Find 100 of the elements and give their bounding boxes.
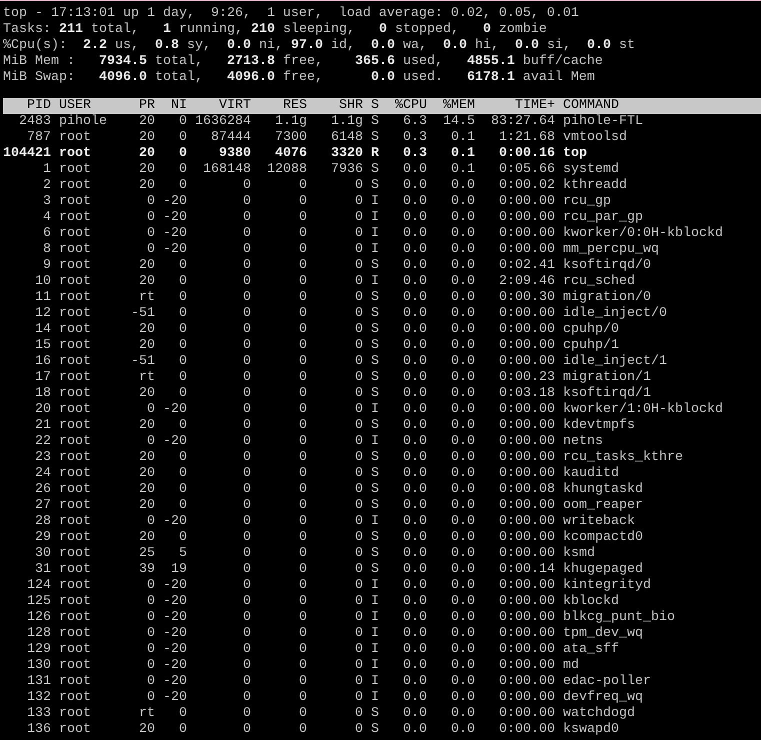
table-cell-text: root bbox=[59, 706, 92, 722]
table-cell-text: 0:05.66 bbox=[498, 162, 555, 178]
table-cell-text: 0 bbox=[242, 466, 251, 482]
table-cell-text: 0 bbox=[298, 642, 307, 658]
table-cell-text: 14.5 bbox=[442, 114, 475, 130]
column-header: TIME+ bbox=[514, 98, 555, 114]
table-cell-text: 0.0 bbox=[402, 514, 427, 530]
table-cell-text: 0 bbox=[242, 514, 251, 530]
table-cell-text: 0.0 bbox=[402, 290, 427, 306]
table-cell-text: root bbox=[59, 546, 92, 562]
table-cell-text: 0.0 bbox=[402, 642, 427, 658]
table-cell: I bbox=[371, 514, 379, 530]
table-cell-text: root bbox=[59, 450, 92, 466]
table-cell-text: 0 bbox=[242, 210, 251, 226]
table-cell-text: 0 bbox=[298, 226, 307, 242]
table-cell-text: 0 bbox=[146, 210, 155, 226]
table-cell-text: 0.0 bbox=[402, 482, 427, 498]
table-cell-text: 0:00.00 bbox=[498, 626, 555, 642]
table-cell-text: root bbox=[59, 498, 92, 514]
table-cell-text: 0 bbox=[354, 178, 363, 194]
table-cell-text: 0.0 bbox=[450, 706, 475, 722]
table-cell: S bbox=[371, 498, 379, 514]
table-cell-text: 0 bbox=[298, 306, 307, 322]
table-cell-text: 0:00.00 bbox=[498, 594, 555, 610]
table-cell-text: root bbox=[59, 370, 92, 386]
table-cell: -20 bbox=[163, 514, 187, 530]
table-cell-text: 0.0 bbox=[402, 306, 427, 322]
table-cell: S bbox=[371, 322, 379, 338]
table-cell-text: ksoftirqd/1 bbox=[563, 386, 652, 402]
table-cell-text: 87444 bbox=[210, 130, 251, 146]
table-cell-text: 0.1 bbox=[450, 162, 475, 178]
table-cell-text: 0 bbox=[298, 626, 307, 642]
table-cell-text: khugepaged bbox=[563, 562, 644, 578]
table-cell-text: 0 bbox=[178, 386, 187, 402]
table-cell-text: 0.3 bbox=[402, 130, 427, 146]
table-cell-text: 0:00.00 bbox=[498, 466, 555, 482]
table-cell-text: rcu_sched bbox=[563, 274, 636, 290]
table-cell: I bbox=[371, 610, 379, 626]
table-cell-text: 0.0 bbox=[402, 322, 427, 338]
table-cell-text: 0 bbox=[178, 162, 187, 178]
table-cell-text: root bbox=[59, 146, 92, 162]
table-cell-text: 0 bbox=[298, 498, 307, 514]
table-cell-text: 0 bbox=[354, 194, 363, 210]
table-cell: -20 bbox=[163, 658, 187, 674]
table-cell-text: 0 bbox=[242, 418, 251, 434]
table-cell-text: 0.0 bbox=[402, 194, 427, 210]
table-cell-text: 30 bbox=[34, 546, 51, 562]
table-cell-text: 0 bbox=[242, 258, 251, 274]
table-cell-text: 2483 bbox=[18, 114, 51, 130]
table-cell-text: root bbox=[59, 242, 92, 258]
table-cell-text: 0 bbox=[354, 578, 363, 594]
table-cell-text: 0:00.00 bbox=[498, 306, 555, 322]
table-cell-text: 0 bbox=[298, 690, 307, 706]
table-cell-text: rcu_gp bbox=[563, 194, 612, 210]
table-cell-text: 0.0 bbox=[402, 562, 427, 578]
table-cell-text: idle_inject/0 bbox=[563, 306, 668, 322]
table-cell-text: 0.0 bbox=[402, 690, 427, 706]
table-cell-text: 0 bbox=[354, 706, 363, 722]
table-cell-text: 0.0 bbox=[402, 498, 427, 514]
table-cell-text: 0.0 bbox=[450, 482, 475, 498]
table-cell-text: root bbox=[59, 258, 92, 274]
table-cell-text: 0.0 bbox=[450, 642, 475, 658]
table-cell-text: 0.0 bbox=[402, 658, 427, 674]
table-cell-text: root bbox=[59, 322, 92, 338]
table-cell-text: 0.0 bbox=[450, 514, 475, 530]
table-cell-text: 0.1 bbox=[450, 146, 475, 162]
table-cell-text: 0 bbox=[298, 210, 307, 226]
table-cell-text: kcompactd0 bbox=[563, 530, 644, 546]
table-cell-text: 0 bbox=[354, 322, 363, 338]
table-cell-text: 0.0 bbox=[450, 370, 475, 386]
table-cell-text: 125 bbox=[26, 594, 51, 610]
table-cell: S bbox=[371, 386, 379, 402]
table-cell-text: 0.0 bbox=[402, 706, 427, 722]
table-cell-text: 0.0 bbox=[402, 674, 427, 690]
table-cell: S bbox=[371, 370, 379, 386]
column-header: PID bbox=[26, 98, 51, 114]
table-cell-text: 20 bbox=[138, 338, 155, 354]
table-cell-text: 0.0 bbox=[450, 546, 475, 562]
table-cell-text: root bbox=[59, 594, 92, 610]
table-cell-text: 15 bbox=[34, 338, 51, 354]
table-cell-text: 0.0 bbox=[450, 418, 475, 434]
table-cell-text: root bbox=[59, 466, 92, 482]
table-cell: -20 bbox=[163, 690, 187, 706]
table-cell-text: 28 bbox=[34, 514, 51, 530]
table-cell-text: 0 bbox=[242, 498, 251, 514]
table-cell-text: root bbox=[59, 690, 92, 706]
table-cell-text: 0 bbox=[178, 706, 187, 722]
table-cell-text: edac-poller bbox=[563, 674, 652, 690]
table-cell-text: 0 bbox=[146, 658, 155, 674]
table-cell-text: 20 bbox=[138, 322, 155, 338]
table-cell-text: 787 bbox=[26, 130, 51, 146]
table-cell-text: 0 bbox=[354, 546, 363, 562]
table-cell-text: root bbox=[59, 482, 92, 498]
table-cell-text: 0.0 bbox=[450, 338, 475, 354]
table-cell-text: 0:00.00 bbox=[498, 642, 555, 658]
table-cell-text: 1 bbox=[42, 162, 51, 178]
table-cell-text: 0.0 bbox=[450, 594, 475, 610]
table-cell-text: watchdogd bbox=[563, 706, 636, 722]
table-cell: I bbox=[371, 210, 379, 226]
table-cell: 104421 bbox=[3, 146, 51, 162]
